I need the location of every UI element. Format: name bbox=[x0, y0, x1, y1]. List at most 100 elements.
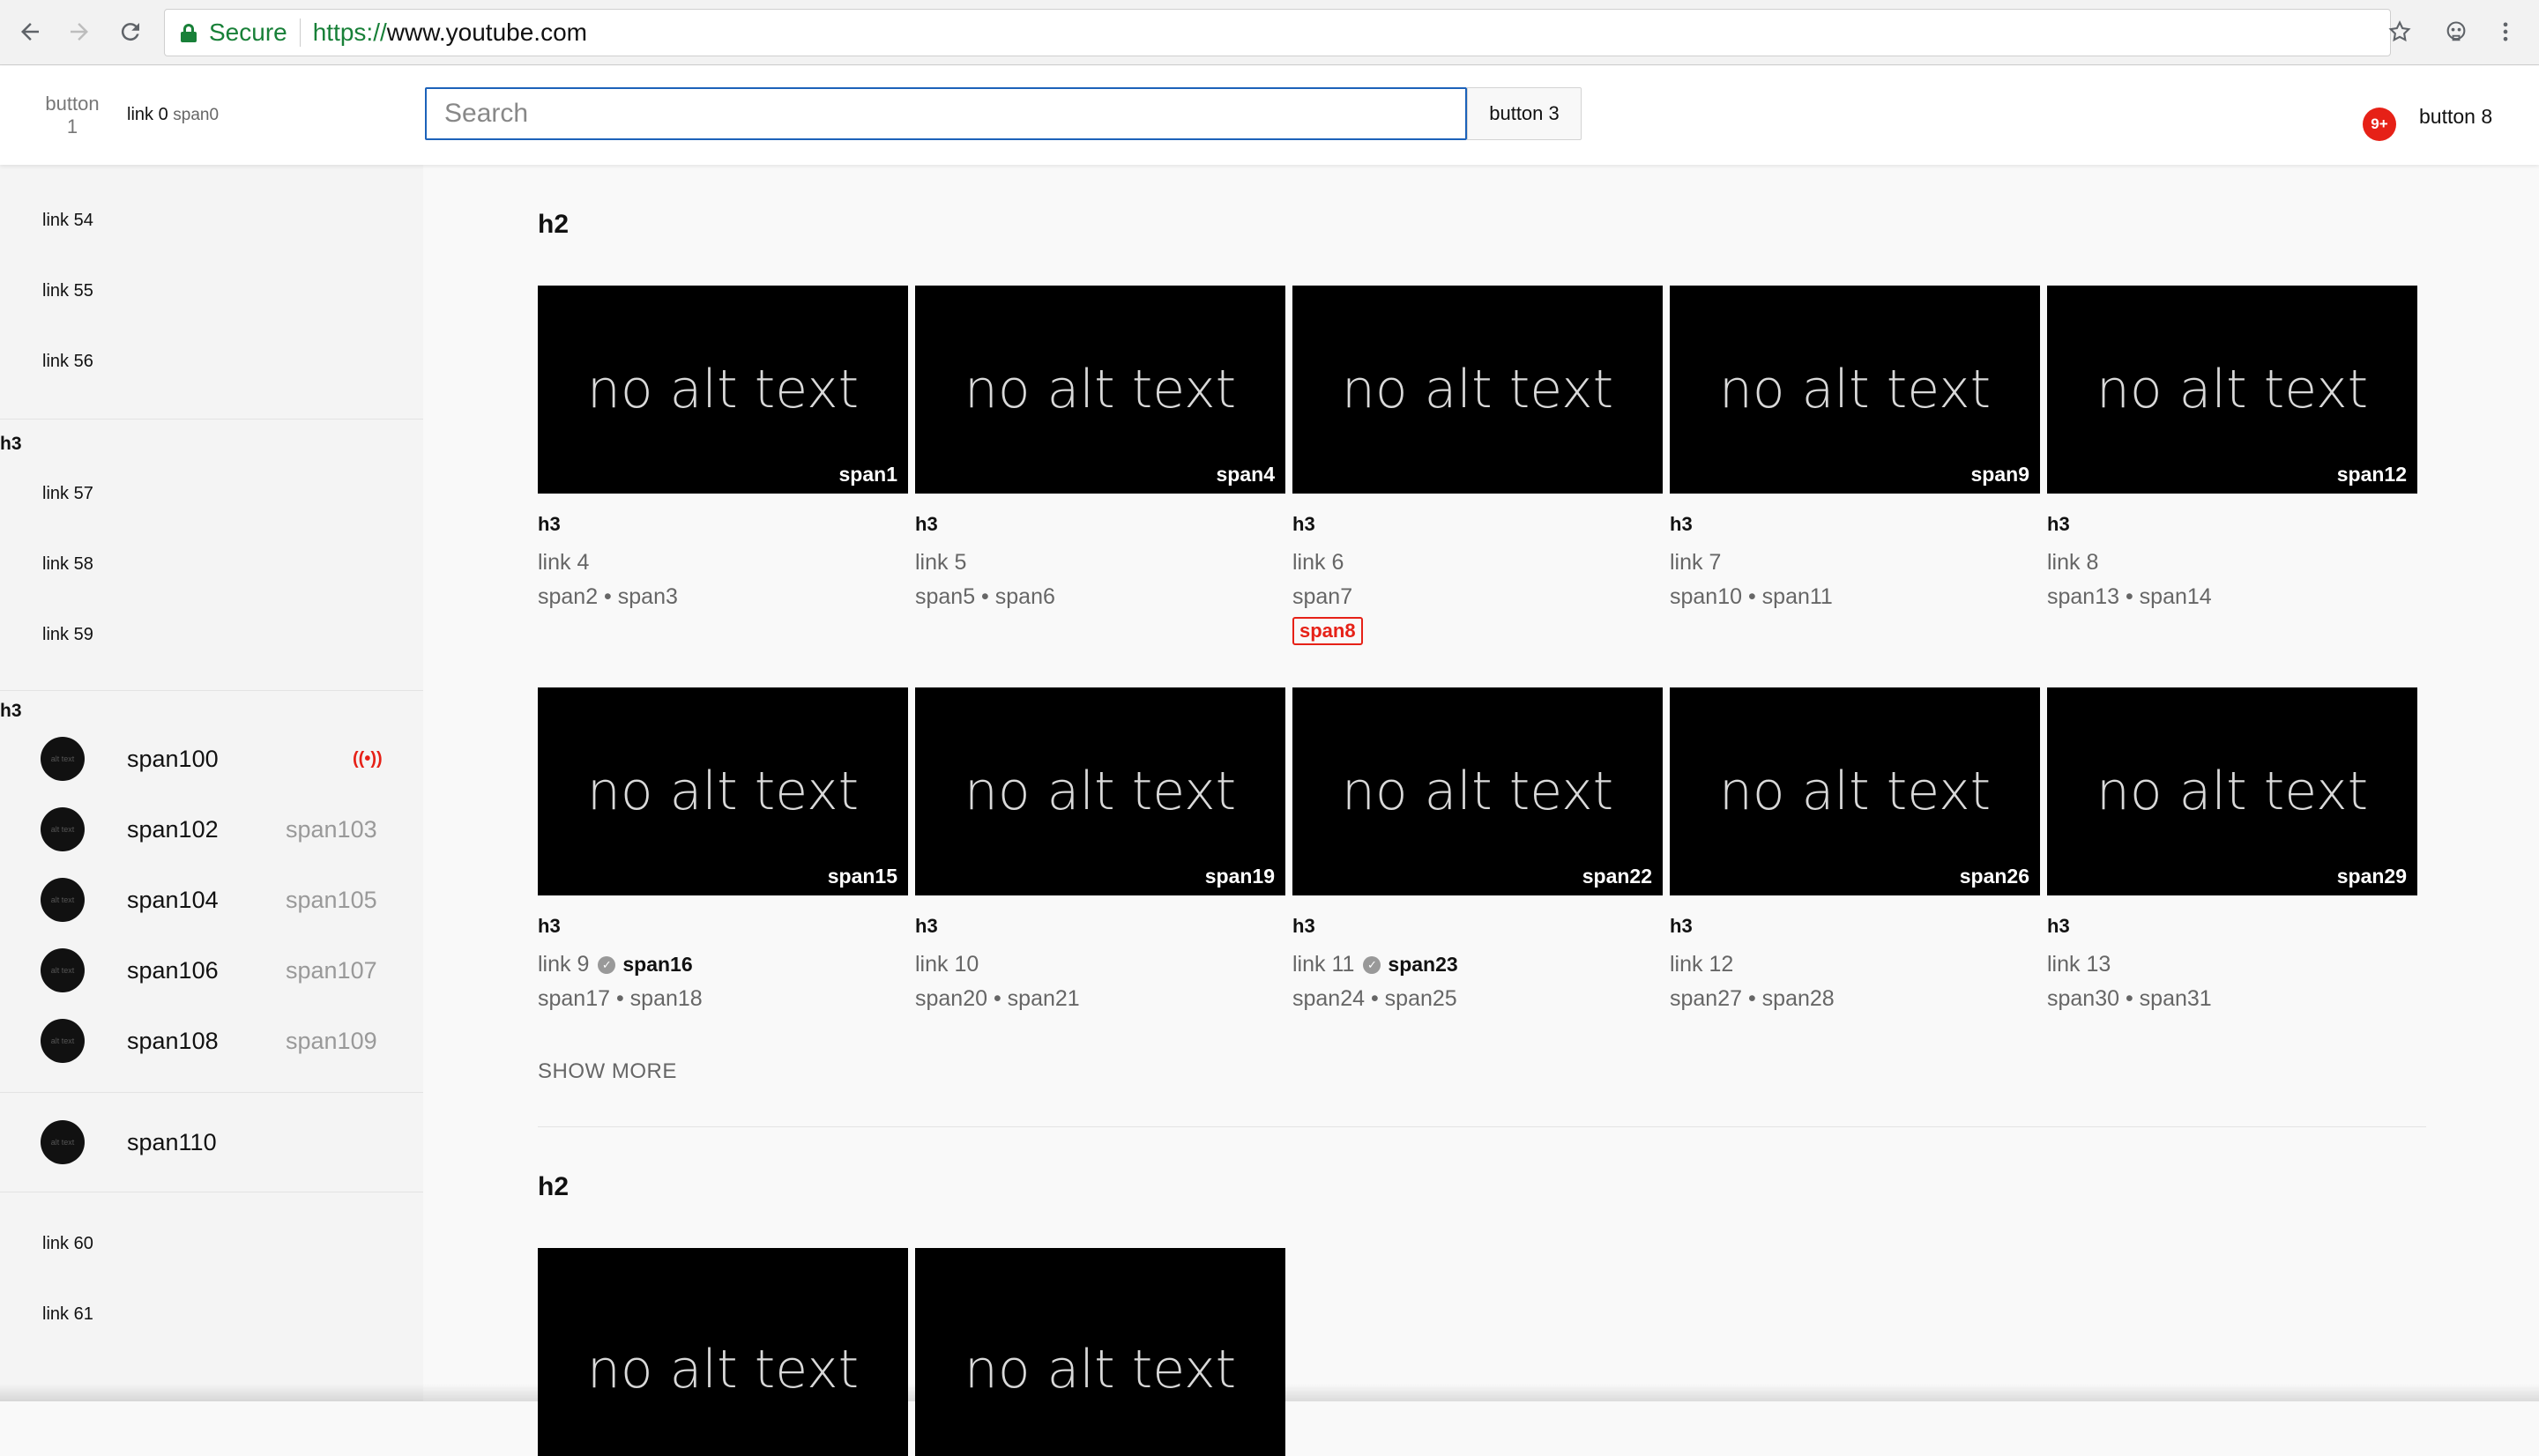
channel-link[interactable]: link 6 bbox=[1292, 550, 1663, 576]
video-title[interactable]: h3 bbox=[915, 915, 1285, 938]
video-thumbnail[interactable]: no alt text span15 bbox=[538, 687, 908, 895]
show-more-button[interactable]: SHOW MORE bbox=[538, 1059, 677, 1084]
sidebar-link[interactable]: link 55 bbox=[42, 281, 93, 301]
video-card: no alt text span15 h3 link 9 ✓ span16 sp… bbox=[538, 687, 908, 1012]
thumbnail-alt-text: no alt text bbox=[964, 1339, 1237, 1400]
channel-link[interactable]: link 5 bbox=[915, 550, 1285, 576]
channel-link[interactable]: link 7 bbox=[1670, 550, 2040, 576]
channel-link-label: link 5 bbox=[915, 550, 967, 575]
verified-icon: ✓ bbox=[1363, 955, 1381, 974]
subscription-extra: span109 bbox=[286, 1027, 377, 1054]
video-meta: span7 bbox=[1292, 584, 1353, 609]
video-thumbnail[interactable]: no alt text span4 bbox=[915, 286, 1285, 494]
subscription-item[interactable]: alt text span102 span103 bbox=[41, 806, 393, 852]
video-thumbnail[interactable]: no alt text span9 bbox=[1670, 286, 2040, 494]
channel-link[interactable]: link 11 ✓ span23 bbox=[1292, 952, 1663, 977]
subscription-item[interactable]: alt text span100 ((•)) bbox=[41, 736, 393, 782]
notification-badge[interactable]: 9+ bbox=[2363, 108, 2396, 141]
video-title[interactable]: h3 bbox=[1670, 915, 2040, 938]
video-card: no alt text span1 h3 link 4 span2 • span… bbox=[538, 286, 908, 610]
channel-link-label: link 8 bbox=[2047, 550, 2099, 575]
channel-link[interactable]: link 8 bbox=[2047, 550, 2417, 576]
sidebar-link[interactable]: link 58 bbox=[42, 554, 93, 575]
section-title: h2 bbox=[538, 210, 570, 239]
video-meta: span17 • span18 bbox=[538, 986, 703, 1011]
video-thumbnail[interactable]: no alt text span29 bbox=[2047, 687, 2417, 895]
video-title[interactable]: h3 bbox=[2047, 513, 2417, 536]
search-button[interactable]: button 3 bbox=[1467, 87, 1582, 140]
star-icon[interactable] bbox=[2379, 11, 2421, 53]
subscription-extra: span105 bbox=[286, 886, 377, 913]
video-meta: span10 • span11 bbox=[1670, 584, 1833, 609]
sidebar-link[interactable]: link 59 bbox=[42, 625, 93, 645]
video-meta: span20 • span21 bbox=[915, 986, 1080, 1011]
sidebar-link[interactable]: link 61 bbox=[42, 1304, 93, 1325]
video-card: no alt text bbox=[538, 1248, 908, 1456]
browser-toolbar: Secure https:// www.youtube.com bbox=[0, 0, 2539, 65]
subscription-item[interactable]: alt text span106 span107 bbox=[41, 947, 393, 993]
logo-span: span0 bbox=[173, 106, 220, 124]
subscription-name: span106 bbox=[127, 956, 219, 984]
duration-badge: span22 bbox=[1576, 863, 1657, 890]
back-arrow-icon[interactable] bbox=[9, 11, 51, 53]
sidebar-link[interactable]: link 60 bbox=[42, 1234, 93, 1254]
video-meta: span24 • span25 bbox=[1292, 986, 1457, 1011]
extension-icon[interactable] bbox=[2435, 11, 2477, 53]
video-title[interactable]: h3 bbox=[538, 513, 908, 536]
video-thumbnail[interactable]: no alt text bbox=[915, 1248, 1285, 1456]
video-meta: span2 • span3 bbox=[538, 584, 678, 609]
video-meta: span13 • span14 bbox=[2047, 584, 2212, 609]
sidebar-link[interactable]: link 54 bbox=[42, 211, 93, 231]
account-button[interactable]: button 8 bbox=[2419, 105, 2492, 129]
verified-icon: ✓ bbox=[598, 955, 616, 974]
sidebar-heading: h3 bbox=[0, 701, 22, 721]
logo-link-label: link 0 bbox=[127, 105, 168, 124]
channel-link-label: link 11 bbox=[1292, 952, 1355, 977]
subscription-item[interactable]: alt text span108 span109 bbox=[41, 1018, 393, 1064]
video-thumbnail[interactable]: no alt text span19 bbox=[915, 687, 1285, 895]
channel-link[interactable]: link 12 bbox=[1670, 952, 2040, 977]
forward-arrow-icon[interactable] bbox=[58, 11, 101, 53]
video-thumbnail[interactable]: no alt text span22 bbox=[1292, 687, 1663, 895]
video-title[interactable]: h3 bbox=[538, 915, 908, 938]
channel-link[interactable]: link 9 ✓ span16 bbox=[538, 952, 908, 977]
reload-icon[interactable] bbox=[109, 11, 152, 53]
thumbnail-alt-text: no alt text bbox=[586, 1339, 860, 1400]
channel-name: span23 bbox=[1388, 953, 1458, 976]
menu-dots-icon[interactable] bbox=[2484, 11, 2527, 53]
channel-link[interactable]: link 4 bbox=[538, 550, 908, 576]
video-title[interactable]: h3 bbox=[2047, 915, 2417, 938]
subscription-name: span108 bbox=[127, 1027, 219, 1054]
duration-badge: span4 bbox=[1210, 461, 1280, 488]
logo-link[interactable]: link 0 span0 bbox=[127, 105, 219, 125]
guide-button[interactable]: button 1 bbox=[41, 93, 104, 138]
video-title[interactable]: h3 bbox=[915, 513, 1285, 536]
video-card: no alt text span12 h3 link 8 span13 • sp… bbox=[2047, 286, 2417, 610]
video-title[interactable]: h3 bbox=[1292, 915, 1663, 938]
video-title[interactable]: h3 bbox=[1670, 513, 2040, 536]
channel-name: span16 bbox=[622, 953, 693, 976]
channel-link[interactable]: link 10 bbox=[915, 952, 1285, 977]
video-thumbnail[interactable]: no alt text span12 bbox=[2047, 286, 2417, 494]
video-thumbnail[interactable]: no alt text span1 bbox=[538, 286, 908, 494]
video-card: no alt text span19 h3 link 10 span20 • s… bbox=[915, 687, 1285, 1012]
sidebar-link[interactable]: link 57 bbox=[42, 484, 93, 504]
video-thumbnail[interactable]: no alt text span26 bbox=[1670, 687, 2040, 895]
duration-badge: span12 bbox=[2331, 461, 2412, 488]
video-thumbnail[interactable]: no alt text bbox=[1292, 286, 1663, 494]
subscription-name: span104 bbox=[127, 886, 219, 913]
search-input[interactable] bbox=[425, 87, 1467, 140]
subscription-item[interactable]: alt text span104 span105 bbox=[41, 877, 393, 923]
video-card: no alt text span29 h3 link 13 span30 • s… bbox=[2047, 687, 2417, 1012]
address-bar[interactable]: Secure https:// www.youtube.com bbox=[164, 9, 2391, 56]
channel-link-label: link 7 bbox=[1670, 550, 1722, 575]
subscription-item[interactable]: alt text span110 bbox=[41, 1119, 393, 1165]
channel-link[interactable]: link 13 bbox=[2047, 952, 2417, 977]
video-thumbnail[interactable]: no alt text bbox=[538, 1248, 908, 1456]
sidebar-divider bbox=[0, 1092, 423, 1093]
video-title[interactable]: h3 bbox=[1292, 513, 1663, 536]
video-card: no alt text bbox=[915, 1248, 1285, 1456]
duration-badge: span19 bbox=[1199, 863, 1280, 890]
sidebar-link[interactable]: link 56 bbox=[42, 352, 93, 372]
sidebar: link 54 link 55 link 56 h3 link 57 link … bbox=[0, 165, 423, 1401]
